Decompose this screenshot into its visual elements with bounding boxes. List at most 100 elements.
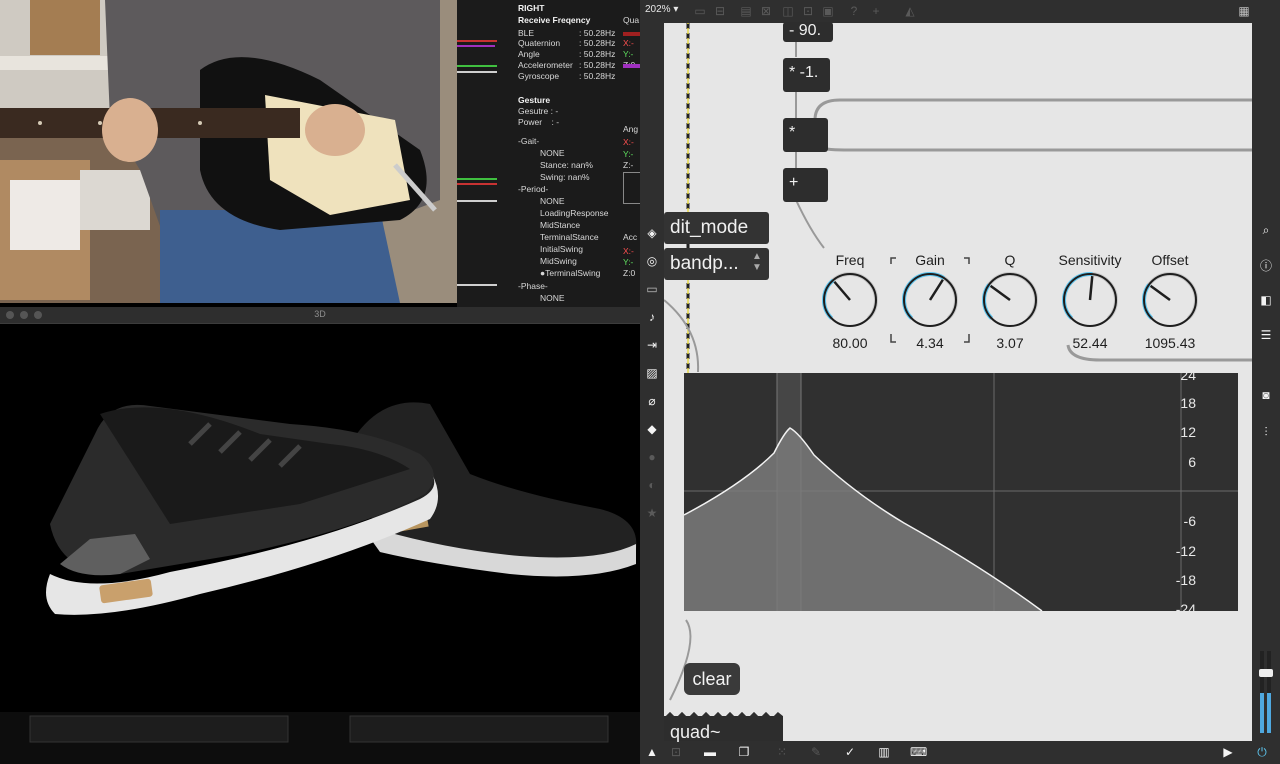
music-note-icon[interactable]: ♪ xyxy=(644,310,660,324)
close-icon[interactable]: ⊠ xyxy=(758,4,774,18)
sidebar-grid-icon[interactable]: ▦ xyxy=(1236,4,1252,18)
period-row: ●TerminalSwing xyxy=(540,268,601,278)
3d-window-titlebar: 3D xyxy=(0,307,640,324)
phase-title: -Phase- xyxy=(518,281,548,291)
y-tick-label: -18 xyxy=(1176,572,1196,588)
multiply-object[interactable]: * xyxy=(783,118,828,152)
dial-needle xyxy=(1149,284,1171,302)
clip-icon[interactable]: ⌀ xyxy=(644,394,660,408)
dial-knob[interactable] xyxy=(977,268,1043,330)
subtract-object[interactable]: - 90. xyxy=(783,22,833,42)
y-tick-label: 18 xyxy=(1180,395,1196,411)
target-icon[interactable]: ◎ xyxy=(644,254,660,268)
period-row: MidStance xyxy=(540,220,581,230)
signal-bar xyxy=(457,200,497,202)
zoom-level-label: 202% xyxy=(645,4,671,15)
presentation-icon[interactable]: ⊡ xyxy=(668,745,684,759)
guitar-video-image xyxy=(0,0,457,303)
shoe-3d-render xyxy=(0,402,640,764)
keyboard-icon[interactable]: ⌨ xyxy=(910,745,927,759)
piano-icon[interactable]: ▥ xyxy=(876,745,892,759)
dial-needle xyxy=(833,280,851,301)
sensitivity-dial[interactable]: Sensitivity 52.44 xyxy=(1057,252,1123,351)
dial-value: 80.00 xyxy=(832,335,868,351)
comment-icon[interactable]: ▬ xyxy=(702,745,718,759)
windows-icon[interactable]: ❐ xyxy=(736,745,752,759)
book-icon[interactable]: ◧ xyxy=(1258,293,1274,307)
lock-icon[interactable]: ▲ xyxy=(644,745,660,759)
gait-title: -Gait- xyxy=(518,136,540,146)
dial-knob[interactable] xyxy=(1057,268,1123,330)
side-label: RIGHT xyxy=(518,3,545,13)
grid-icon[interactable]: ▤ xyxy=(738,4,754,18)
pie-icon[interactable]: ◐ xyxy=(644,478,660,492)
side-label-text: Y:- xyxy=(623,257,634,267)
dial-knob[interactable] xyxy=(1137,268,1203,330)
signal-bar xyxy=(457,284,497,286)
help-icon[interactable]: ? xyxy=(846,4,862,18)
cube-icon[interactable]: ◈ xyxy=(644,226,660,240)
zoom-level-menu[interactable]: 202% ▾ xyxy=(645,4,678,15)
freq-dial[interactable]: Freq 80.00 xyxy=(817,252,883,351)
circle-icon[interactable]: ● xyxy=(644,450,660,464)
biquad-object-label: quad~ xyxy=(670,722,721,742)
edit-icon[interactable]: ⊟ xyxy=(712,4,728,18)
dial-value: 52.44 xyxy=(1072,335,1108,351)
biquad-zigzag xyxy=(664,712,783,720)
volume-slider-handle[interactable] xyxy=(1259,669,1273,677)
present-icon[interactable]: ▭ xyxy=(692,4,708,18)
max-patcher-window: 202% ▾ ▭ ⊟ ▤ ⊠ ◫ ⊡ ▣ ? + ◭ ▦ ◈ ◎ ▭ ♪ ⇥ ▨… xyxy=(640,0,1280,764)
search-icon[interactable]: ⌕ xyxy=(1258,223,1274,237)
play-icon[interactable]: ▶ xyxy=(1220,745,1236,759)
power-icon[interactable]: ⏻ xyxy=(1254,745,1270,759)
filter-graph[interactable]: 24 18 12 6 -6 -12 -18 -24 xyxy=(683,367,1238,617)
list-icon[interactable]: ☰ xyxy=(1258,328,1274,342)
side-label-text: Ang xyxy=(623,124,639,134)
align-icon[interactable]: ▣ xyxy=(820,4,836,18)
dial-needle xyxy=(989,284,1011,302)
clear-button[interactable]: clear xyxy=(684,663,740,695)
side-label-text: X:- xyxy=(623,137,634,147)
q-dial[interactable]: Q 3.07 xyxy=(977,252,1043,351)
add-object-label: + xyxy=(789,174,799,191)
dial-knob[interactable] xyxy=(817,268,883,330)
wrench-icon[interactable]: ✓ xyxy=(842,745,858,759)
y-tick-label: -6 xyxy=(1184,513,1197,529)
add-object[interactable]: + xyxy=(783,168,828,202)
side-label-text: Y:- xyxy=(623,49,634,59)
box-icon[interactable]: ▭ xyxy=(644,282,660,296)
gait-row: Swing: nan% xyxy=(540,172,590,182)
star-icon[interactable]: ★ xyxy=(644,506,660,520)
slider-icon[interactable]: ⇥ xyxy=(644,338,660,352)
add-icon[interactable]: + xyxy=(868,4,884,18)
rate-name: BLE xyxy=(518,28,535,38)
signal-bar xyxy=(457,178,497,180)
rate-value: : 50.28Hz xyxy=(579,71,616,81)
snap-icon[interactable]: ⊡ xyxy=(800,4,816,18)
patcher-bottom-toolbar: ▲ ⊡ ▬ ❐ ⁙ ✎ ✓ ▥ ⌨ ▶ ⏻ xyxy=(640,741,1280,764)
image-icon[interactable]: ▨ xyxy=(644,366,660,380)
gait-row: NONE xyxy=(540,148,565,158)
offset-dial[interactable]: Offset 1095.43 xyxy=(1137,252,1203,351)
side-label-text: X:- xyxy=(623,38,634,48)
grid-dots-icon[interactable]: ⁙ xyxy=(774,745,790,759)
multiply-neg-object[interactable]: * -1. xyxy=(783,58,830,92)
y-tick-label: -12 xyxy=(1176,543,1196,559)
toggle-icon[interactable]: ◫ xyxy=(780,4,796,18)
paint-icon[interactable]: ◭ xyxy=(902,4,918,18)
mixer-icon[interactable]: ⫶ xyxy=(1258,425,1274,439)
filter-type-menu[interactable]: bandp... ▲ ▼ xyxy=(664,248,769,280)
info-icon[interactable]: ⓘ xyxy=(1258,259,1274,273)
side-label-text: Z:- xyxy=(623,160,634,170)
3d-window-title: 3D xyxy=(314,309,326,319)
filter-type-label: bandp... xyxy=(670,253,739,274)
sensor-readout-panel: RIGHT Receive Freqency BLE : 50.28Hz Qua… xyxy=(457,0,640,307)
rate-name: Angle xyxy=(518,49,540,59)
edit-mode-message[interactable]: dit_mode xyxy=(664,212,769,244)
plug-icon[interactable]: ◆ xyxy=(644,422,660,436)
gain-selection-brackets xyxy=(890,257,970,343)
filter-response-plot[interactable]: 24 18 12 6 -6 -12 -18 -24 xyxy=(683,367,1238,617)
signal-box xyxy=(623,172,640,204)
camera-icon[interactable]: ◙ xyxy=(1258,388,1274,402)
debug-icon[interactable]: ✎ xyxy=(808,745,824,759)
